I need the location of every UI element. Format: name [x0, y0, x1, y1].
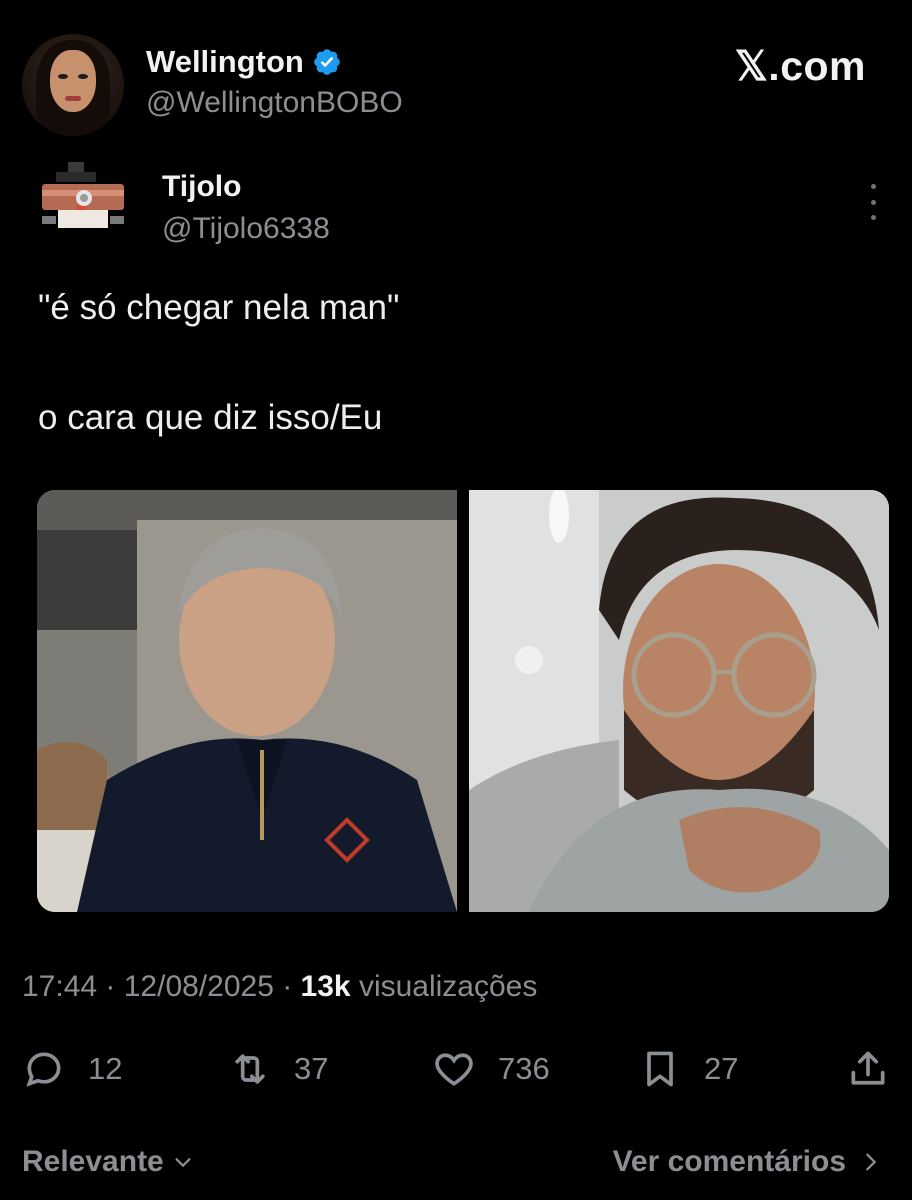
- author-display-name[interactable]: Wellington: [146, 44, 304, 80]
- view-comments-label: Ver comentários: [612, 1145, 846, 1178]
- views-label: visualizações: [350, 970, 538, 1003]
- reply-count: 12: [88, 1051, 123, 1086]
- repost-button[interactable]: 37: [228, 1046, 328, 1092]
- quoted-author-display-name[interactable]: Tijolo: [162, 170, 241, 204]
- tweet-text-line: "é só chegar nela man": [38, 288, 400, 327]
- tweet-text-line: o cara que diz isso/Eu: [38, 398, 383, 437]
- reply-icon: [26, 1052, 61, 1087]
- quoted-user-avatar[interactable]: [38, 160, 128, 238]
- chevron-down-icon: [175, 1158, 191, 1168]
- photo-man-jacket-image: [37, 490, 457, 912]
- author-name-row: Wellington: [146, 44, 342, 80]
- like-button[interactable]: 736: [432, 1046, 550, 1092]
- like-count: 736: [498, 1051, 550, 1086]
- quoted-author-handle[interactable]: @Tijolo6338: [162, 212, 330, 246]
- bookmark-button[interactable]: 27: [638, 1046, 738, 1092]
- avatar-eye: [78, 74, 88, 79]
- sort-dropdown[interactable]: Relevante: [22, 1145, 194, 1179]
- repost-icon: [235, 1054, 265, 1084]
- more-options-icon[interactable]: [866, 184, 880, 220]
- tweet-meta: 17:44 · 12/08/2025 · 13k visualizações: [22, 970, 537, 1004]
- share-button[interactable]: [846, 1046, 890, 1092]
- avatar-face: [50, 50, 96, 112]
- views-count: 13k: [300, 970, 351, 1003]
- media-photo-right[interactable]: [469, 490, 889, 912]
- x-logo: 𝕏.com: [734, 43, 866, 89]
- bookmark-icon: [647, 1051, 673, 1087]
- verified-badge-icon: [314, 49, 340, 75]
- avatar-eye: [58, 74, 68, 79]
- tweet-text: "é só chegar nela man" o cara que diz is…: [38, 282, 878, 444]
- share-icon: [851, 1051, 885, 1085]
- dot: [870, 215, 876, 220]
- repost-count: 37: [294, 1051, 329, 1086]
- dot: [870, 184, 876, 189]
- photo-man-glasses-image: [469, 490, 889, 912]
- sort-label: Relevante: [22, 1145, 164, 1178]
- timestamp[interactable]: 17:44 · 12/08/2025 ·: [22, 970, 301, 1003]
- user-avatar[interactable]: [22, 34, 124, 136]
- author-handle[interactable]: @WellingtonBOBO: [146, 86, 403, 120]
- action-bar: 12 37 736 27: [22, 1046, 890, 1092]
- view-comments-link[interactable]: Ver comentários: [613, 1145, 882, 1179]
- heart-icon: [435, 1053, 473, 1086]
- avatar-mouth: [65, 96, 81, 101]
- media-photo-left[interactable]: [37, 490, 457, 912]
- reply-button[interactable]: 12: [22, 1046, 122, 1092]
- bookmark-count: 27: [704, 1051, 739, 1086]
- tweet-media[interactable]: [37, 490, 889, 912]
- chevron-right-icon: [866, 1153, 877, 1171]
- dot: [870, 199, 876, 205]
